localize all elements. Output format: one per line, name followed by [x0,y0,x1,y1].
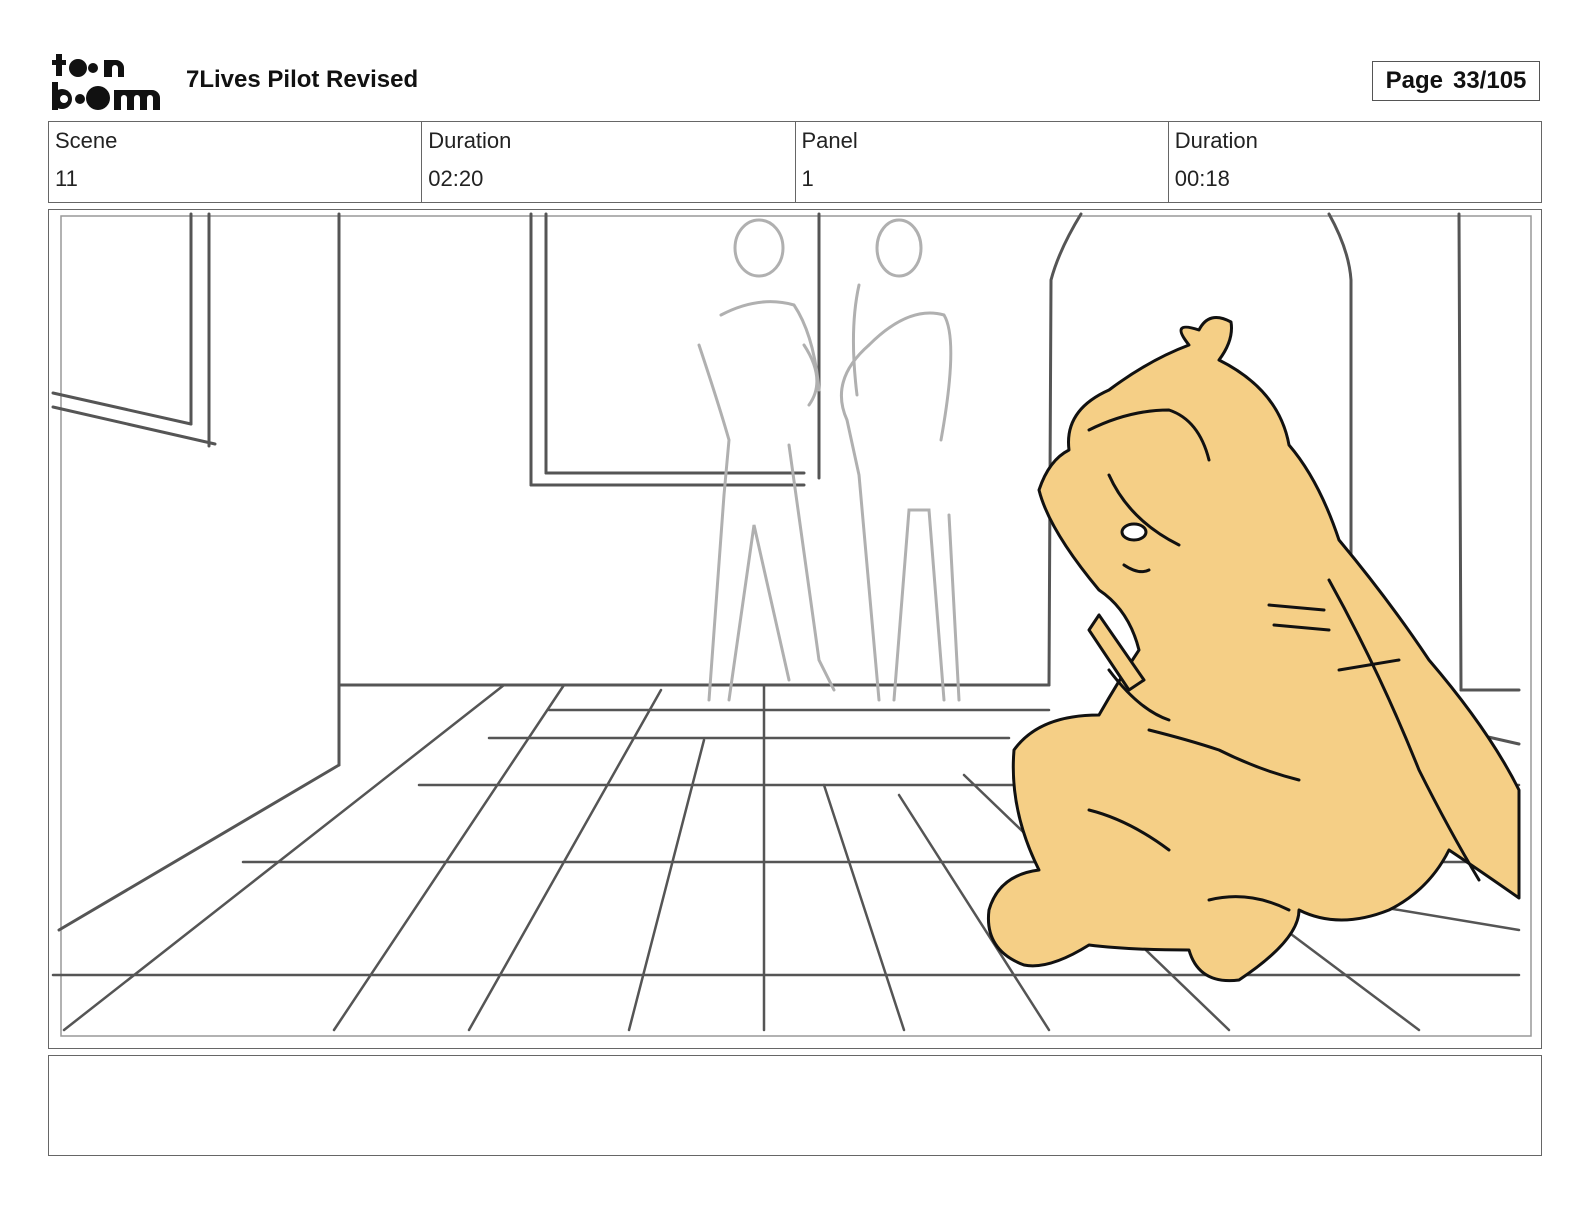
scene-info-table: Scene 11 Duration 02:20 Panel 1 Duration… [48,121,1542,203]
document-title: 7Lives Pilot Revised [186,66,419,93]
action-notes-box [48,1055,1542,1156]
storyboard-panel [48,209,1542,1049]
scene-label: Scene [55,128,118,153]
scene-duration-label: Duration [428,128,512,153]
page-label: Page [1385,67,1443,94]
panel-duration-label: Duration [1174,128,1258,153]
scene-duration-value: 02:20 [428,166,484,191]
scene-value: 11 [55,166,78,191]
scene-duration-cell: Duration 02:20 [422,122,796,202]
panel-duration-value: 00:18 [1174,166,1230,191]
scene-cell: Scene 11 [49,122,423,202]
toon-boom-logo [52,54,160,110]
page-number: 33/105 [1452,67,1527,94]
panel-cell: Panel 1 [796,122,1169,202]
seated-character [986,316,1521,983]
panel-duration-cell: Duration 00:18 [1169,122,1541,202]
panel-label: Panel [801,128,858,153]
panel-value: 1 [801,166,814,191]
page-indicator: Page 33/105 [1372,61,1540,101]
background-figures [697,218,961,702]
storyboard-sketch [51,212,1532,1037]
